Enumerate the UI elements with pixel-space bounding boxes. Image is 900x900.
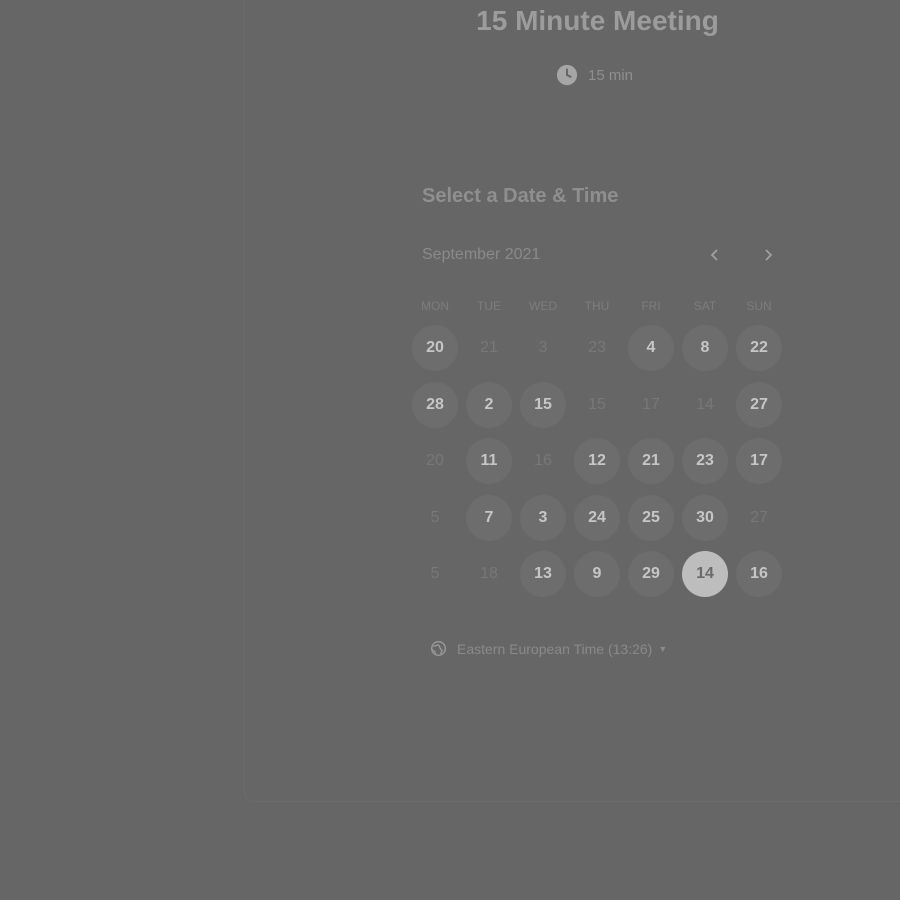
calendar-day-number: 14 (682, 551, 728, 598)
calendar-day-number: 20 (426, 452, 444, 470)
calendar-day[interactable]: 25 (624, 490, 678, 547)
calendar-day: 20 (408, 433, 462, 490)
calendar-day-number: 30 (682, 494, 728, 541)
calendar-day: 5 (408, 490, 462, 547)
calendar-day-number: 23 (588, 339, 606, 357)
calendar-day: 14 (678, 377, 732, 434)
calendar-day[interactable]: 9 (570, 546, 624, 603)
calendar-day-number: 5 (430, 565, 440, 583)
calendar-day[interactable]: 12 (570, 433, 624, 490)
calendar-day-number: 17 (736, 438, 782, 485)
globe-icon (431, 641, 446, 656)
calendar-day: 21 (462, 320, 516, 377)
calendar-day: 15 (570, 377, 624, 434)
calendar-day: 16 (516, 433, 570, 490)
calendar-day-number: 4 (628, 325, 674, 372)
calendar-day-number: 15 (588, 395, 606, 413)
calendar-day[interactable]: 4 (624, 320, 678, 377)
caret-down-icon: ▼ (658, 643, 668, 654)
weekday-label: SUN (746, 299, 772, 313)
calendar-day[interactable]: 30 (678, 490, 732, 547)
calendar-day[interactable]: 16 (732, 546, 786, 603)
calendar-day-number: 21 (628, 438, 674, 485)
timezone-selector[interactable]: Eastern European Time (13:26) ▼ (430, 640, 667, 657)
calendar-day-number: 11 (466, 438, 512, 485)
chevron-left-icon (710, 249, 718, 261)
weekday-header: MON TUE WED THU FRI SAT SUN (408, 299, 786, 313)
calendar-day-number: 24 (574, 494, 620, 541)
weekday-label: MON (421, 299, 449, 313)
calendar-day-number: 3 (538, 339, 548, 357)
calendar-day[interactable]: 7 (462, 490, 516, 547)
calendar-day-number: 27 (750, 508, 768, 526)
calendar-day-number: 23 (682, 438, 728, 485)
calendar-day-number: 22 (736, 325, 782, 372)
calendar-day-number: 13 (520, 551, 566, 598)
calendar-day[interactable]: 15 (516, 377, 570, 434)
calendar-day-number: 25 (628, 494, 674, 541)
calendar-day[interactable]: 24 (570, 490, 624, 547)
duration-label: 15 min (588, 66, 634, 84)
calendar-day[interactable]: 22 (732, 320, 786, 377)
calendar-day-number: 18 (480, 565, 498, 583)
calendar-day: 23 (570, 320, 624, 377)
calendar-day: 18 (462, 546, 516, 603)
calendar-day-number: 29 (628, 551, 674, 598)
calendar-day-selected[interactable]: 14 (678, 546, 732, 603)
calendar-day-number: 12 (574, 438, 620, 485)
clock-icon (556, 64, 578, 86)
section-heading: Select a Date & Time (422, 185, 619, 207)
calendar-day[interactable]: 28 (408, 377, 462, 434)
calendar-day-number: 28 (412, 381, 458, 428)
calendar-day-number: 27 (736, 381, 782, 428)
calendar-day[interactable]: 29 (624, 546, 678, 603)
weekday-label: THU (584, 299, 610, 313)
calendar-day[interactable]: 8 (678, 320, 732, 377)
calendar-day[interactable]: 2 (462, 377, 516, 434)
event-duration: 15 min (556, 64, 633, 86)
calendar-day-number: 15 (520, 381, 566, 428)
calendar-day-number: 17 (642, 395, 660, 413)
weekday-label: FRI (641, 299, 661, 313)
calendar-day[interactable]: 17 (732, 433, 786, 490)
calendar-day: 17 (624, 377, 678, 434)
calendar-day-number: 3 (520, 494, 566, 541)
timezone-label: Eastern European Time (13:26) (457, 640, 653, 657)
weekday-label: TUE (477, 299, 501, 313)
calendar-day-number: 2 (466, 381, 512, 428)
weekday-label: SAT (693, 299, 717, 313)
calendar-day[interactable]: 11 (462, 433, 516, 490)
calendar-day-number: 8 (682, 325, 728, 372)
calendar-day-number: 20 (412, 325, 458, 372)
calendar-day[interactable]: 13 (516, 546, 570, 603)
calendar-day-number: 16 (534, 452, 552, 470)
calendar-day-number: 21 (480, 339, 498, 357)
calendar-day[interactable]: 21 (624, 433, 678, 490)
calendar-day[interactable]: 3 (516, 490, 570, 547)
calendar-day[interactable]: 27 (732, 377, 786, 434)
calendar-day-number: 9 (574, 551, 620, 598)
month-label: September 2021 (422, 246, 541, 263)
previous-month-button[interactable] (702, 242, 728, 268)
calendar-day: 3 (516, 320, 570, 377)
next-month-button[interactable] (755, 242, 781, 268)
calendar-day: 5 (408, 546, 462, 603)
calendar-day[interactable]: 23 (678, 433, 732, 490)
calendar-day[interactable]: 20 (408, 320, 462, 377)
event-title: 15 Minute Meeting (476, 5, 719, 36)
calendar-day-number: 14 (696, 395, 714, 413)
chevron-right-icon (765, 249, 773, 261)
calendar-grid: 20 21 3 23 4 8 22 28 2 15 15 17 14 27 20 11 16 12 21 23 17 5 7… (408, 320, 786, 603)
weekday-label: WED (529, 299, 557, 313)
calendar-day: 27 (732, 490, 786, 547)
calendar-day-number: 7 (466, 494, 512, 541)
calendar-day-number: 5 (430, 508, 440, 526)
calendar-day-number: 16 (736, 551, 782, 598)
